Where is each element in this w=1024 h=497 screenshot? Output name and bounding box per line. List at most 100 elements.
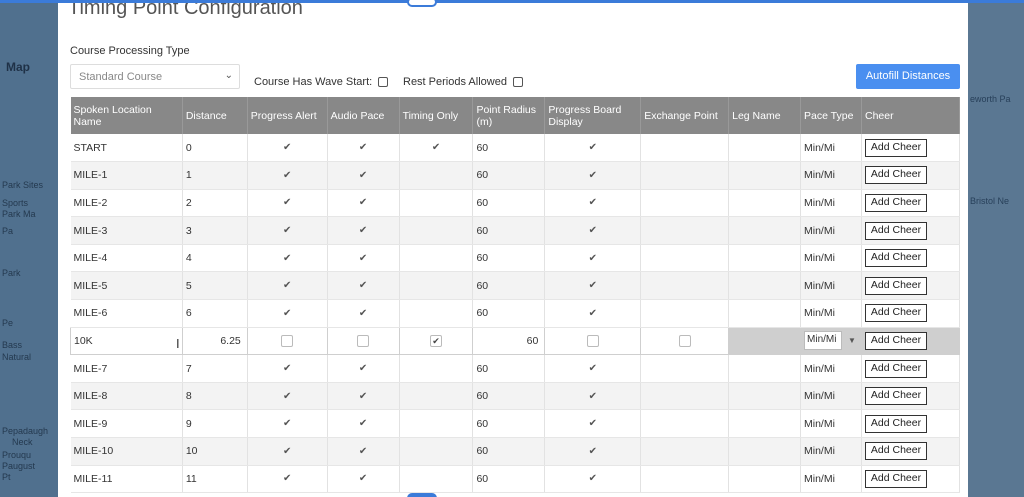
distance-cell: 8	[182, 382, 248, 411]
exchange-point-checkbox[interactable]	[678, 334, 691, 347]
timing-points-table: Spoken Location Name Distance Progress Ale…	[70, 97, 960, 494]
progress-alert-cell[interactable]	[246, 326, 328, 356]
add-cheer-button[interactable]: Add Cheer	[865, 166, 927, 185]
pace-type-value: Min/Mi	[804, 224, 835, 237]
table-row[interactable]: MILE-1 1 ✔ ✔ 60 ✔ Min/Mi Add Cheer	[70, 161, 960, 190]
distance-value: 9	[185, 417, 192, 430]
table-row[interactable]: MILE-2 2 ✔ ✔ 60 ✔ Min/Mi Add Cheer	[70, 189, 960, 218]
add-cheer-button[interactable]: Add Cheer	[865, 331, 927, 350]
distance-value: 6	[185, 307, 192, 320]
cheer-cell: Add Cheer	[861, 216, 960, 245]
checkmark-icon: ✔	[283, 307, 292, 319]
audio-pace-checkbox[interactable]	[357, 334, 370, 347]
bottom-resize-handle[interactable]	[407, 493, 437, 497]
add-cheer-button[interactable]: Add Cheer	[865, 249, 927, 268]
progress-alert-checkbox[interactable]	[281, 334, 294, 347]
distance-cell[interactable]: 6.25	[181, 326, 248, 356]
checkmark-icon: ✔	[358, 390, 368, 402]
table-row[interactable]: MILE-5 5 ✔ ✔ 60 ✔ Min/Mi Add Cheer	[70, 271, 960, 301]
audio-pace-cell: ✔	[327, 189, 400, 218]
timing-only-cell[interactable]: ✔	[398, 326, 474, 356]
checkmark-icon: ✔	[588, 418, 597, 430]
progress-board-checkbox[interactable]	[586, 334, 599, 347]
add-cheer-button[interactable]: Add Cheer	[865, 193, 927, 212]
course-processing-select[interactable]: Standard Course ⌄	[70, 64, 240, 89]
table-row[interactable]: MILE-4 4 ✔ ✔ 60 ✔ Min/Mi Add Cheer	[70, 244, 960, 273]
window-resize-border[interactable]	[0, 0, 1024, 3]
location-name-cell: MILE-3	[70, 216, 183, 245]
table-row[interactable]: MILE-8 8 ✔ ✔ 60 ✔ Min/Mi Add Cheer	[70, 382, 960, 411]
progress-board-cell: ✔	[544, 189, 642, 218]
distance-value: 3	[185, 224, 192, 237]
top-resize-handle[interactable]	[407, 0, 437, 7]
location-name: MILE-7	[73, 362, 108, 375]
progress-board-cell[interactable]	[544, 326, 642, 356]
table-row[interactable]: MILE-10 10 ✔ ✔ 60 ✔ Min/Mi Add Cheer	[70, 437, 960, 466]
add-cheer-button[interactable]: Add Cheer	[865, 442, 927, 461]
distance-cell: 11	[182, 465, 248, 494]
table-row[interactable]: MILE-9 9 ✔ ✔ 60 ✔ Min/Mi Add Cheer	[70, 409, 960, 439]
location-name-cell[interactable]: 10K	[70, 326, 183, 356]
add-cheer-button[interactable]: Add Cheer	[865, 138, 927, 157]
checkmark-icon: ✔	[588, 390, 597, 402]
add-cheer-button[interactable]: Add Cheer	[865, 221, 927, 240]
map-text: Paugust	[2, 461, 36, 471]
progress-alert-cell: ✔	[247, 437, 328, 466]
table-row[interactable]: MILE-3 3 ✔ ✔ 60 ✔ Min/Mi Add Cheer	[70, 216, 960, 245]
add-cheer-button[interactable]: Add Cheer	[865, 387, 927, 406]
checkmark-icon: ✔	[588, 197, 597, 209]
location-name-cell: MILE-7	[70, 354, 183, 383]
exchange-point-cell	[640, 299, 730, 328]
checkmark-icon: ✔	[283, 280, 292, 292]
leg-name-cell[interactable]	[728, 326, 802, 356]
cheer-cell: Add Cheer	[861, 244, 960, 273]
autofill-distances-button[interactable]: Autofill Distances	[856, 64, 960, 89]
rest-periods-checkbox[interactable]	[512, 77, 523, 87]
point-radius-cell[interactable]: 60	[472, 326, 546, 356]
checkmark-icon: ✔	[358, 169, 368, 181]
location-name: MILE-2	[73, 196, 108, 209]
cheer-cell: Add Cheer	[861, 409, 960, 439]
audio-pace-cell: ✔	[327, 354, 400, 383]
point-radius-cell: 60	[472, 271, 546, 301]
add-cheer-button[interactable]: Add Cheer	[865, 469, 927, 488]
distance-cell: 5	[182, 271, 248, 301]
exchange-point-cell	[640, 134, 730, 163]
distance-cell: 1	[182, 161, 248, 190]
timing-only-cell	[399, 465, 474, 494]
timing-only-cell	[399, 189, 474, 218]
audio-pace-cell[interactable]	[326, 326, 400, 356]
pace-type-value: Min/Mi	[804, 279, 835, 292]
wave-start-option: Course Has Wave Start:	[254, 76, 389, 88]
pace-type-select[interactable]: Min/Mi ▼	[804, 331, 856, 351]
distance-cell: 6	[182, 299, 248, 328]
column-header: Cheer	[861, 97, 960, 134]
exchange-point-cell[interactable]	[640, 326, 730, 356]
pace-type-cell: Min/Mi	[800, 271, 862, 301]
add-cheer-button[interactable]: Add Cheer	[865, 414, 927, 433]
table-row[interactable]: START 0 ✔ ✔ ✔ 60 ✔ Min/Mi Add Cheer	[70, 134, 960, 163]
leg-name-cell	[728, 437, 802, 466]
checkmark-icon: ✔	[588, 363, 597, 375]
audio-pace-cell: ✔	[327, 437, 400, 466]
timing-only-checkbox[interactable]: ✔	[430, 334, 442, 347]
table-row[interactable]: MILE-6 6 ✔ ✔ 60 ✔ Min/Mi Add Cheer	[70, 299, 960, 328]
pace-type-cell: Min/Mi	[800, 134, 862, 163]
progress-alert-cell: ✔	[247, 189, 328, 218]
location-name: MILE-1	[73, 169, 108, 182]
add-cheer-button[interactable]: Add Cheer	[865, 304, 927, 323]
table-row[interactable]: 10K 6.25 ✔ 60 Min/Mi ▼ Add Cheer	[70, 326, 960, 356]
distance-value[interactable]: 6.25	[220, 335, 240, 347]
add-cheer-button[interactable]: Add Cheer	[865, 276, 927, 295]
audio-pace-cell: ✔	[327, 216, 400, 245]
wave-start-checkbox[interactable]	[378, 77, 389, 87]
add-cheer-button[interactable]: Add Cheer	[865, 359, 927, 378]
point-radius-value: 60	[476, 196, 489, 209]
pace-type-value: Min/Mi	[804, 196, 835, 209]
table-row[interactable]: MILE-7 7 ✔ ✔ 60 ✔ Min/Mi Add Cheer	[70, 354, 960, 383]
pace-type-cell: Min/Mi	[800, 216, 862, 245]
point-radius-value[interactable]: 60	[527, 335, 539, 347]
location-name[interactable]: 10K	[74, 335, 93, 347]
pace-type-cell[interactable]: Min/Mi ▼	[800, 326, 862, 356]
table-row[interactable]: MILE-11 11 ✔ ✔ 60 ✔ Min/Mi Add Cheer	[70, 465, 960, 494]
